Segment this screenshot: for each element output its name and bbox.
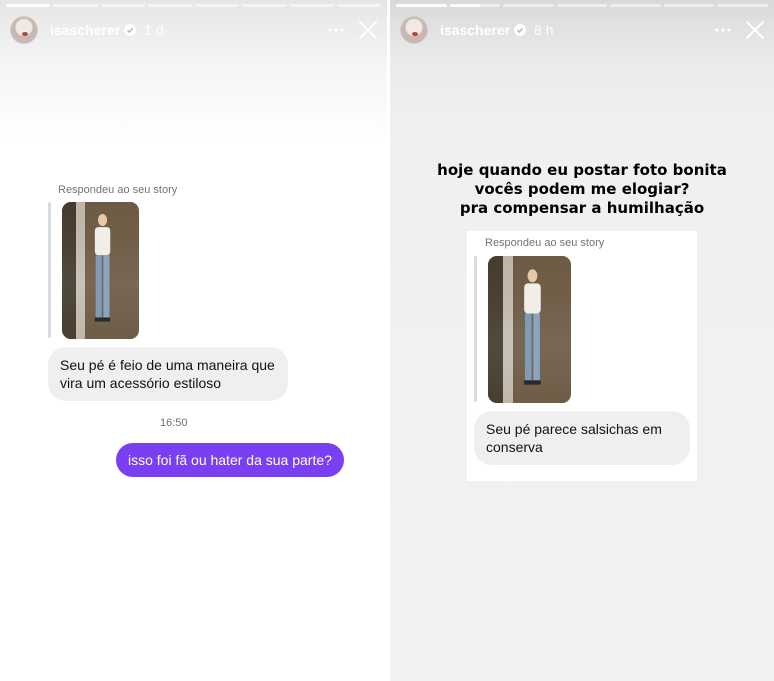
sent-message-bubble: isso foi fã ou hater da sua parte?	[116, 443, 344, 477]
avatar[interactable]	[10, 16, 38, 44]
username[interactable]: isascherer	[50, 22, 120, 38]
story-progress-bar	[6, 4, 381, 7]
post-time: 8 h	[534, 22, 554, 38]
story-progress-bar	[396, 4, 769, 7]
progress-segment	[503, 4, 554, 7]
story-thumbnail[interactable]	[488, 256, 571, 403]
story-panel-right: isascherer 8 h hoje quando eu postar fot…	[390, 0, 774, 681]
message-timestamp: 16:50	[160, 417, 188, 429]
story-thumbnail[interactable]	[62, 202, 139, 339]
progress-segment	[6, 4, 51, 7]
progress-segment	[195, 4, 240, 7]
more-horizontal-icon[interactable]	[712, 19, 734, 41]
story-header: isascherer 8 h	[400, 14, 766, 46]
reply-label: Respondeu ao seu story	[485, 237, 605, 249]
progress-segment	[449, 4, 501, 7]
story-caption-line-2: vocês podem me elogiar?	[474, 180, 690, 198]
reply-label: Respondeu ao seu story	[58, 184, 178, 196]
story-header: isascherer 1 d	[10, 14, 379, 46]
progress-segment	[610, 4, 661, 7]
progress-segment	[396, 4, 447, 7]
more-horizontal-icon[interactable]	[325, 19, 347, 41]
progress-segment	[100, 4, 145, 7]
username[interactable]: isascherer	[440, 22, 510, 38]
progress-segment	[242, 4, 287, 7]
progress-segment	[556, 4, 608, 7]
verified-badge-icon	[124, 24, 137, 36]
avatar[interactable]	[400, 16, 428, 44]
story-caption-line-1: hoje quando eu postar foto bonita	[437, 161, 727, 179]
story-caption-line-3: pra compensar a humilhação	[459, 199, 705, 217]
close-icon[interactable]	[357, 19, 379, 41]
progress-segment	[336, 4, 381, 7]
progress-segment	[663, 4, 715, 7]
received-message-bubble: Seu pé é feio de uma maneira que vira um…	[48, 347, 288, 401]
progress-segment	[53, 4, 98, 7]
received-message-bubble: Seu pé parece salsichas em conserva	[474, 411, 690, 465]
story-panel-left: isascherer 1 d Respondeu ao seu story Se…	[0, 0, 387, 681]
quote-bar	[474, 256, 477, 402]
quote-bar	[48, 202, 51, 338]
progress-segment	[147, 4, 192, 7]
close-icon[interactable]	[744, 19, 766, 41]
verified-badge-icon	[514, 24, 527, 36]
progress-segment	[717, 4, 769, 7]
post-time: 1 d	[144, 22, 164, 38]
progress-segment	[289, 4, 334, 7]
